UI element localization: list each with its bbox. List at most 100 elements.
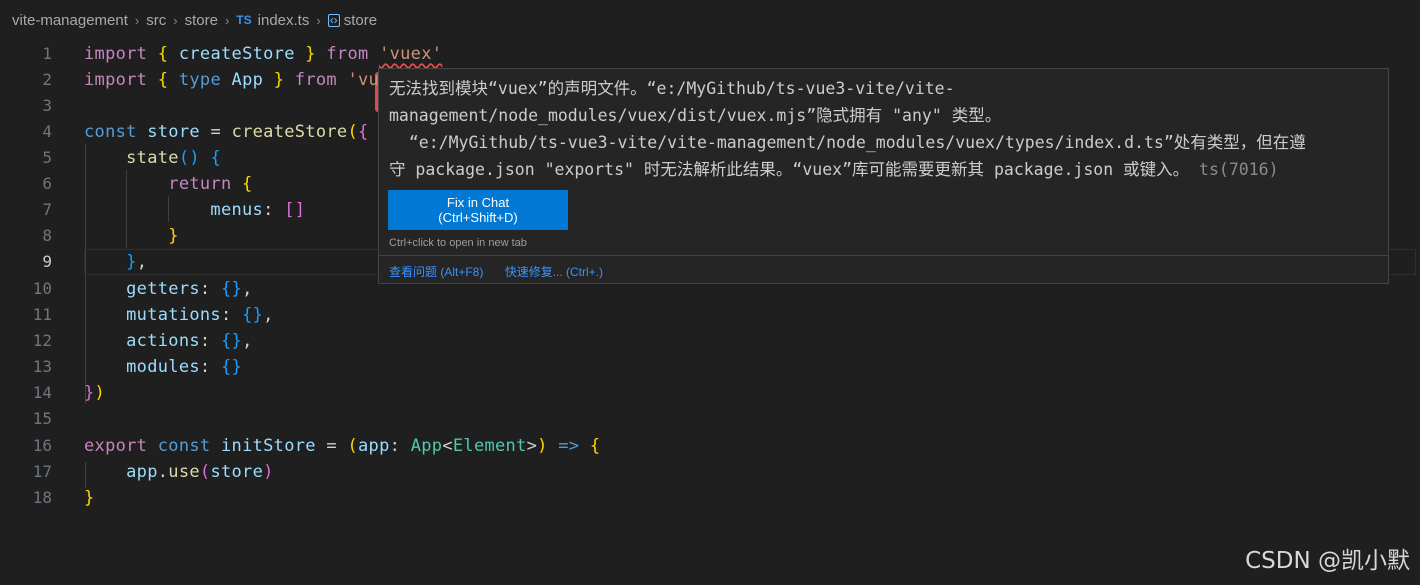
comma: , [136, 252, 148, 272]
angle-bracket: < [442, 436, 453, 456]
breadcrumb: vite-management › src › store › TS index… [0, 0, 1420, 40]
identifier: actions [126, 331, 200, 351]
fix-button-label: Fix in Chat [446, 195, 510, 210]
brace: } [84, 488, 95, 508]
error-message-line: 守 package.json "exports" 时无法解析此结果。“vuex”… [389, 160, 1190, 179]
chevron-right-icon: › [173, 12, 178, 28]
keyword: import [84, 44, 148, 64]
line-number: 5 [42, 148, 52, 167]
colon: : [199, 279, 211, 299]
code-line[interactable]: 15 [0, 406, 1420, 432]
fix-in-chat-button[interactable]: Fix in Chat (Ctrl+Shift+D) [388, 190, 568, 230]
operator: = [326, 436, 337, 456]
code-line[interactable]: 11 mutations: {}, [0, 302, 1420, 328]
colon: : [199, 357, 211, 377]
code-line[interactable]: 18 } [0, 485, 1420, 511]
paren: () [178, 148, 200, 168]
typescript-file-icon: TS [236, 13, 252, 27]
dot: . [157, 462, 169, 482]
brace: } [305, 44, 316, 64]
breadcrumb-symbol[interactable]: store [344, 12, 377, 29]
line-number: 9 [42, 252, 52, 271]
keyword: const [84, 122, 137, 142]
comma: , [242, 279, 253, 299]
line-number: 2 [42, 70, 52, 89]
watermark: CSDN @凯小默 [1245, 548, 1410, 574]
line-number: 16 [32, 436, 52, 455]
brace: { [210, 148, 221, 168]
parameter: app [358, 436, 390, 456]
line-number: 17 [32, 462, 52, 481]
chevron-right-icon: › [134, 12, 140, 28]
quick-fix-link[interactable]: 快速修复... (Ctrl+.) [505, 265, 603, 279]
line-number: 14 [32, 383, 52, 402]
brace: } [273, 70, 285, 90]
colon: : [389, 436, 401, 456]
paren: ) [263, 462, 274, 482]
error-code: ts(7016) [1199, 160, 1279, 179]
colon: : [220, 305, 232, 325]
chevron-right-icon: › [224, 12, 230, 28]
angle-bracket: > [526, 436, 538, 456]
brace: {} [220, 331, 243, 351]
line-number: 11 [32, 305, 52, 324]
paren: ( [199, 462, 211, 482]
line-number: 15 [32, 409, 52, 428]
colon: : [263, 200, 274, 220]
code-line[interactable]: 17 app.use(store) [0, 459, 1420, 485]
line-number: 12 [32, 331, 52, 350]
error-hover-tooltip: 无法找到模块“vuex”的声明文件。“e:/MyGithub/ts-vue3-v… [378, 68, 1389, 284]
code-line[interactable]: 16 export const initStore = (app: App<El… [0, 433, 1420, 459]
keyword: const [157, 436, 211, 456]
function-name: use [168, 462, 200, 482]
identifier: createStore [178, 44, 295, 64]
function-name: state [126, 148, 179, 168]
breadcrumb-file[interactable]: index.ts [258, 12, 310, 29]
keyword: type [178, 70, 221, 90]
keyword: from [294, 70, 337, 90]
module-string-error[interactable]: 'vuex' [379, 44, 442, 64]
brace: { [589, 436, 601, 456]
identifier: store [210, 462, 264, 482]
line-number: 18 [32, 488, 52, 507]
paren: ( [347, 436, 359, 456]
fix-button-shortcut: (Ctrl+Shift+D) [438, 210, 518, 225]
brace: { [157, 44, 169, 64]
identifier: store [147, 122, 200, 142]
breadcrumb-folder-store[interactable]: store [185, 12, 218, 29]
code-line[interactable]: 12 actions: {}, [0, 328, 1420, 354]
error-message-line: 无法找到模块“vuex”的声明文件。“e:/MyGithub/ts-vue3-v… [389, 79, 955, 98]
line-number: 4 [42, 122, 52, 141]
comma: , [263, 305, 274, 325]
hover-actions: 查看问题 (Alt+F8) 快速修复... (Ctrl+.) [389, 263, 621, 280]
type-name: Element [452, 436, 527, 456]
brace: { [157, 70, 169, 90]
line-number: 7 [42, 200, 52, 219]
line-number: 6 [42, 174, 52, 193]
identifier: getters [126, 279, 200, 299]
colon: : [199, 331, 211, 351]
identifier: modules [126, 357, 200, 377]
error-message-line: “e:/MyGithub/ts-vue3-vite/vite-managemen… [389, 133, 1306, 152]
code-line[interactable]: 14 }) [0, 380, 1420, 406]
breadcrumb-project[interactable]: vite-management [12, 12, 128, 29]
brace: {} [220, 279, 243, 299]
brace: } [126, 252, 137, 272]
line-number: 1 [42, 44, 52, 63]
code-line[interactable]: 13 modules: {} [0, 354, 1420, 380]
brace: { [242, 174, 253, 194]
operator: = [210, 122, 222, 142]
identifier: app [126, 462, 158, 482]
code-line[interactable]: 1 import { createStore } from 'vuex' [0, 41, 1420, 67]
brace: } [84, 383, 95, 403]
line-number: 3 [42, 96, 52, 115]
breadcrumb-folder-src[interactable]: src [146, 12, 166, 29]
ctrl-click-hint: Ctrl+click to open in new tab [389, 237, 527, 249]
keyword: import [84, 70, 148, 90]
line-number: 13 [32, 357, 52, 376]
paren: ) [537, 436, 548, 456]
brace: } [168, 226, 179, 246]
error-message-line: management/node_modules/vuex/dist/vuex.m… [389, 106, 1002, 125]
view-problem-link[interactable]: 查看问题 (Alt+F8) [389, 265, 483, 279]
line-number: 8 [42, 226, 52, 245]
